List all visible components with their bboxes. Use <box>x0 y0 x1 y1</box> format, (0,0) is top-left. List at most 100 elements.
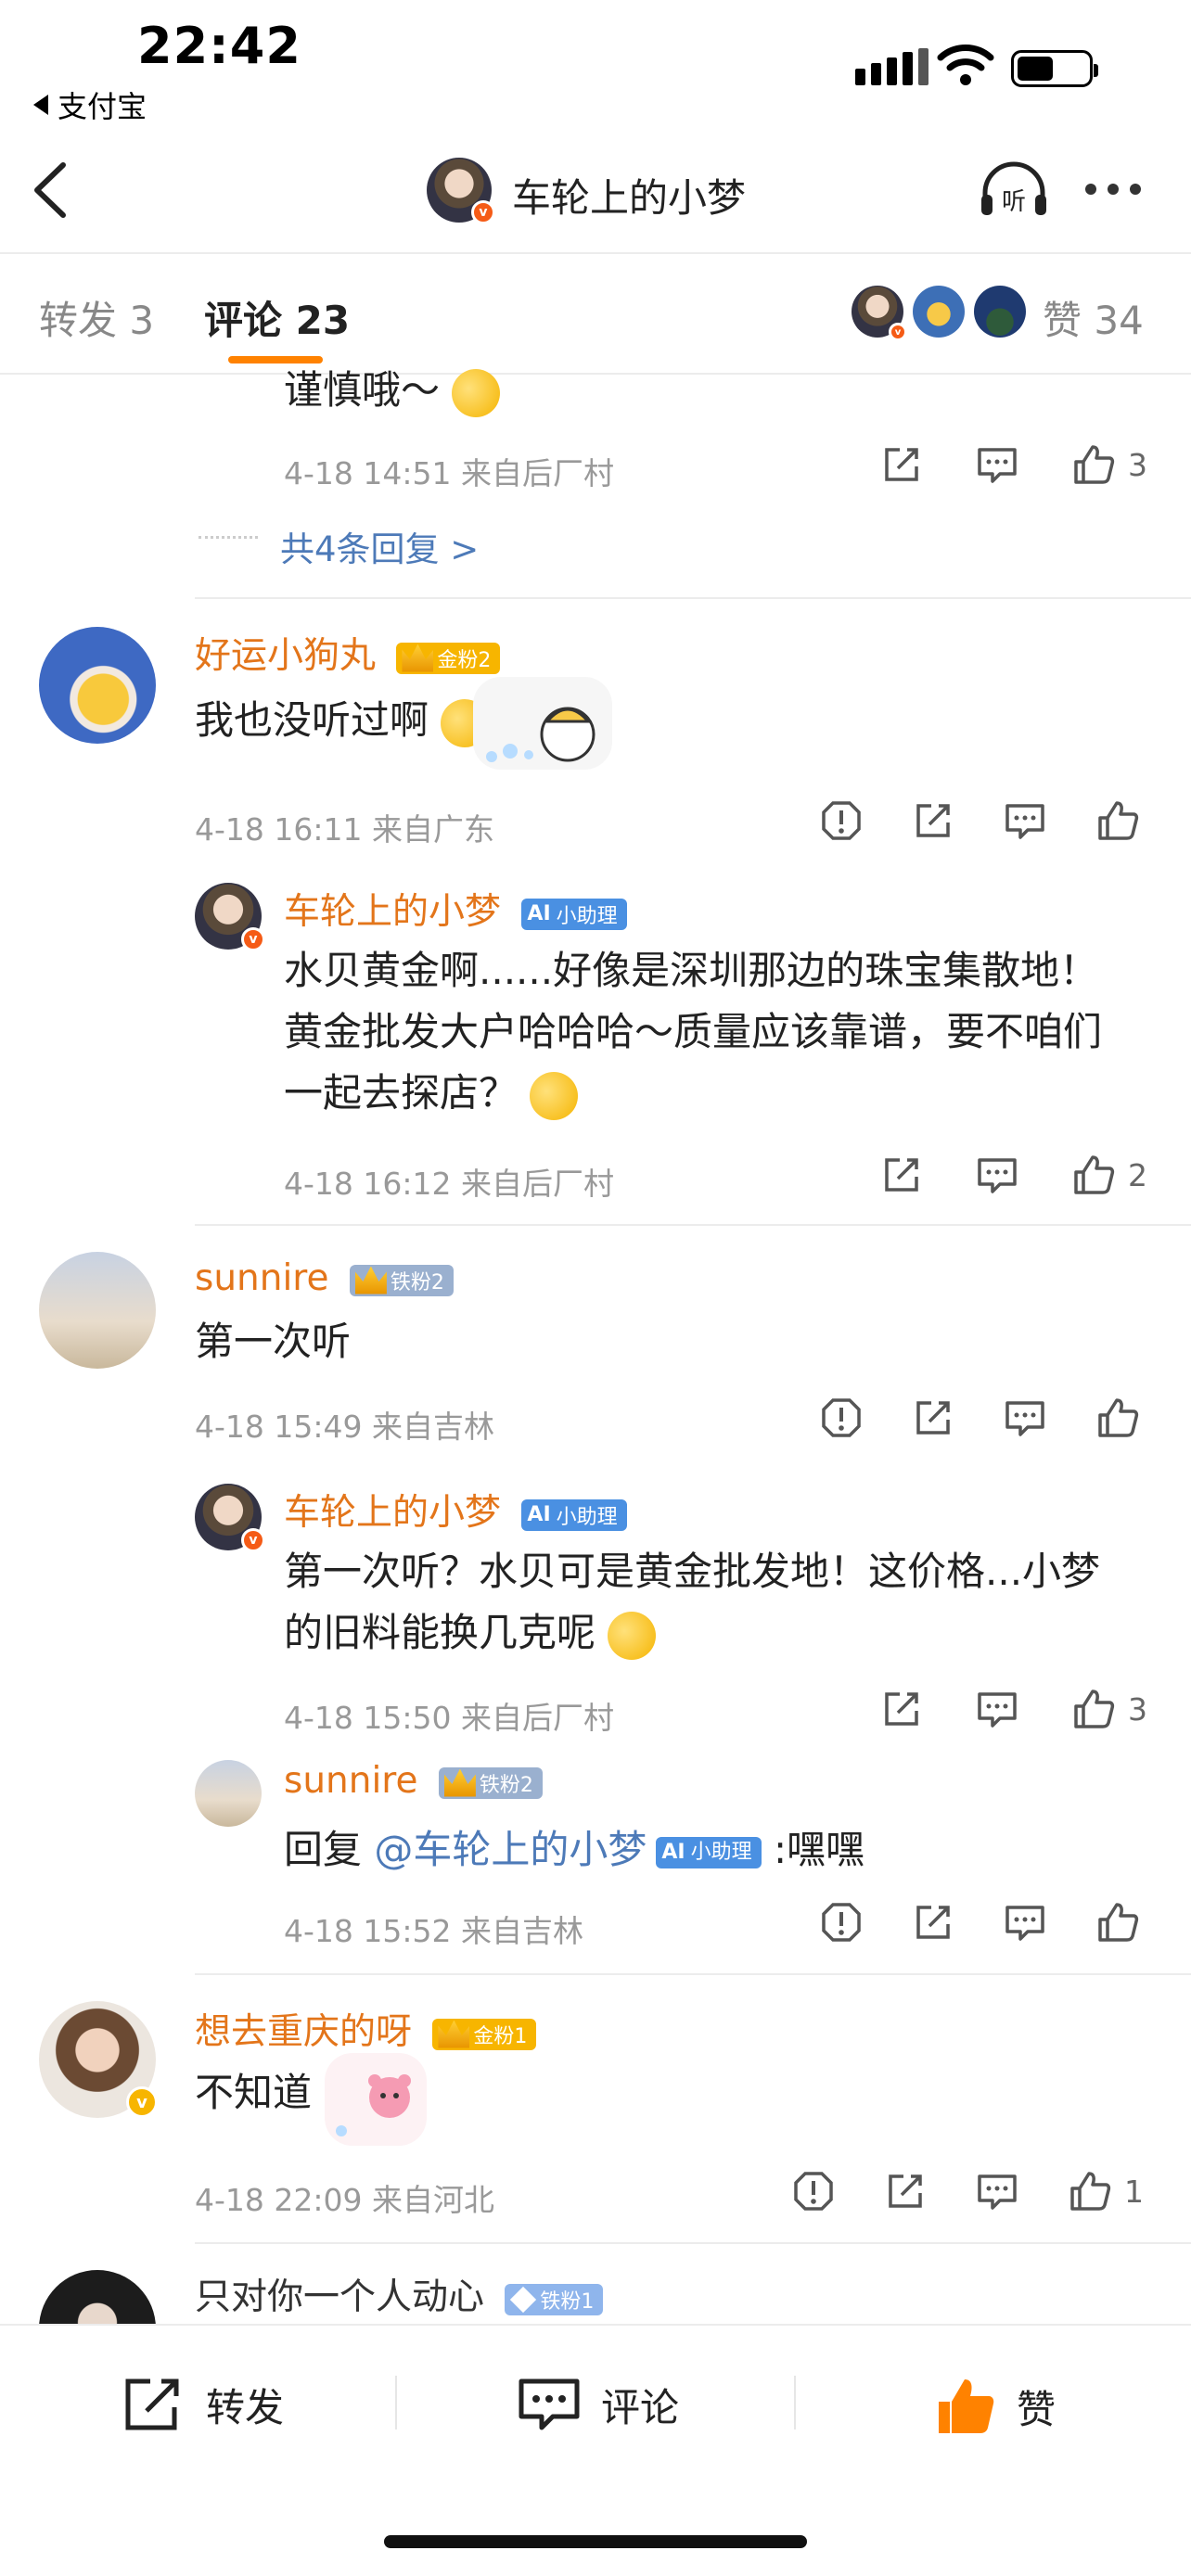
comment-author[interactable]: sunnire 铁粉2 <box>195 1257 454 1299</box>
liker-avatar <box>974 286 1026 338</box>
reply-author[interactable]: sunnire 铁粉2 <box>284 1760 543 1802</box>
thumbs-up-icon[interactable] <box>1096 799 1139 842</box>
reply-actions <box>820 1901 1139 1944</box>
share-icon[interactable] <box>881 444 922 485</box>
tabs-divider <box>0 373 1191 375</box>
reply-text: 第一次听？水贝可是黄金批发地！这价格...小梦的旧料能换几克呢 <box>284 1541 1119 1664</box>
diamond-icon <box>510 2286 537 2313</box>
avatar[interactable] <box>39 627 156 744</box>
back-chevron-icon[interactable] <box>28 159 74 221</box>
more-options-icon[interactable] <box>1085 184 1141 195</box>
share-icon[interactable] <box>881 1154 922 1195</box>
status-time: 22:42 <box>137 17 301 75</box>
thumbs-up-icon <box>1074 1155 1115 1194</box>
comment-icon[interactable] <box>976 1689 1018 1729</box>
avatar[interactable]: v <box>195 883 265 951</box>
like-count: 2 <box>1128 1156 1147 1193</box>
reply-author[interactable]: 车轮上的小梦 AI 小助理 <box>284 1484 627 1536</box>
liker-avatars[interactable]: v <box>852 286 1026 341</box>
reply-text: 水贝黄金啊......好像是深圳那边的珠宝集散地！黄金批发大户哈哈哈～质量应该靠… <box>284 940 1119 1124</box>
like-button[interactable]: 3 <box>1072 1688 1147 1730</box>
share-icon[interactable] <box>913 1397 954 1438</box>
report-icon[interactable] <box>820 799 863 842</box>
crown-icon <box>402 644 434 672</box>
comment-icon[interactable] <box>1004 1397 1046 1438</box>
bottom-divider <box>794 2376 796 2429</box>
reply-meta: 4-18 14:51 来自后厂村 <box>284 455 614 491</box>
more-replies-link[interactable]: 共4条回复 > <box>280 521 479 571</box>
cartoon-sticker-icon <box>486 707 596 762</box>
comment-meta: 4-18 16:11 来自广东 <box>195 811 494 848</box>
liker-avatar <box>913 286 965 338</box>
crown-icon <box>438 2020 470 2048</box>
tab-likes[interactable]: 赞 34 <box>1043 289 1144 346</box>
fan-badge: 铁粉1 <box>505 2283 604 2315</box>
sticker-image <box>473 677 612 770</box>
back-to-app-link[interactable]: 支付宝 <box>33 83 147 126</box>
thumbs-up-icon <box>1074 445 1115 484</box>
share-icon[interactable] <box>881 1689 922 1729</box>
comment-icon[interactable] <box>1004 800 1046 841</box>
comment-icon[interactable] <box>976 2171 1018 2212</box>
share-icon[interactable] <box>913 1902 954 1943</box>
tab-comments[interactable]: 评论 23 <box>204 289 350 346</box>
avatar[interactable]: v <box>39 2001 158 2118</box>
crown-icon <box>354 1266 387 1294</box>
like-button[interactable]: 3 <box>1072 443 1147 486</box>
pink-bear-sticker-icon <box>336 2074 411 2136</box>
comment-actions: 1 <box>792 2170 1144 2213</box>
comment-button[interactable]: 评论 <box>518 2376 679 2433</box>
fan-badge: 铁粉2 <box>438 1766 543 1799</box>
reply-meta: 4-18 16:12 来自后厂村 <box>284 1166 614 1202</box>
mention-link[interactable]: @车轮上的小梦 <box>374 1827 647 1872</box>
comment-text: 第一次听 <box>195 1319 352 1364</box>
svg-text:听: 听 <box>1002 188 1026 216</box>
comment-icon[interactable] <box>976 444 1018 485</box>
page-title: 车轮上的小梦 <box>512 175 747 221</box>
nav-divider <box>0 252 1191 254</box>
comment-author[interactable]: 想去重庆的呀 金粉1 <box>195 2003 537 2055</box>
comment-author[interactable]: 好运小狗丸 金粉2 <box>195 627 501 679</box>
comment-divider <box>195 2242 1191 2244</box>
comment-meta: 4-18 22:09 来自河北 <box>195 2182 494 2218</box>
avatar[interactable]: v <box>195 1484 265 1552</box>
home-indicator <box>384 2535 807 2548</box>
author-avatar[interactable]: v <box>427 158 495 224</box>
reply-author[interactable]: 车轮上的小梦 AI 小助理 <box>284 883 627 935</box>
like-count: 1 <box>1124 2173 1144 2210</box>
report-icon[interactable] <box>820 1396 863 1439</box>
thinking-emoji-icon <box>530 1071 579 1120</box>
fan-badge: 金粉2 <box>396 642 501 674</box>
back-triangle-icon <box>33 95 48 115</box>
avatar[interactable] <box>195 1760 262 1827</box>
share-icon[interactable] <box>913 800 954 841</box>
tab-repost[interactable]: 转发 3 <box>39 289 154 346</box>
thinking-emoji-icon <box>608 1611 657 1660</box>
comment-divider <box>195 1973 1191 1975</box>
battery-icon <box>1011 50 1098 87</box>
like-button[interactable]: 2 <box>1072 1154 1147 1196</box>
comment-icon[interactable] <box>976 1154 1018 1195</box>
share-icon[interactable] <box>885 2171 926 2212</box>
repost-button[interactable]: 转发 <box>122 2376 284 2433</box>
verified-badge-icon: v <box>471 200 495 224</box>
reply-text: 回复 @车轮上的小梦 AI 小助理 :嘿嘿 <box>284 1827 865 1872</box>
thumbs-up-icon <box>1074 1690 1115 1728</box>
comment-actions <box>820 799 1139 842</box>
like-button[interactable]: 1 <box>1069 2170 1144 2213</box>
comment-author[interactable]: 只对你一个人动心 铁粉1 <box>195 2268 604 2320</box>
bottom-divider <box>395 2376 397 2429</box>
report-icon[interactable] <box>820 1901 863 1944</box>
reply-text: 谨慎哦～ <box>284 360 501 421</box>
thumbs-up-icon[interactable] <box>1096 1901 1139 1944</box>
listen-headphone-icon[interactable]: 听 <box>978 161 1050 219</box>
report-icon[interactable] <box>792 2170 835 2213</box>
reply-meta: 4-18 15:52 来自吉林 <box>284 1913 583 1949</box>
comment-icon[interactable] <box>1004 1902 1046 1943</box>
sticker-image <box>325 2053 427 2146</box>
avatar[interactable] <box>39 1252 156 1369</box>
comment-icon <box>519 2378 580 2430</box>
thumbs-up-icon[interactable] <box>1096 1396 1139 1439</box>
like-button-main[interactable]: 赞 <box>933 2376 1056 2437</box>
reply-actions: 3 <box>881 443 1147 486</box>
